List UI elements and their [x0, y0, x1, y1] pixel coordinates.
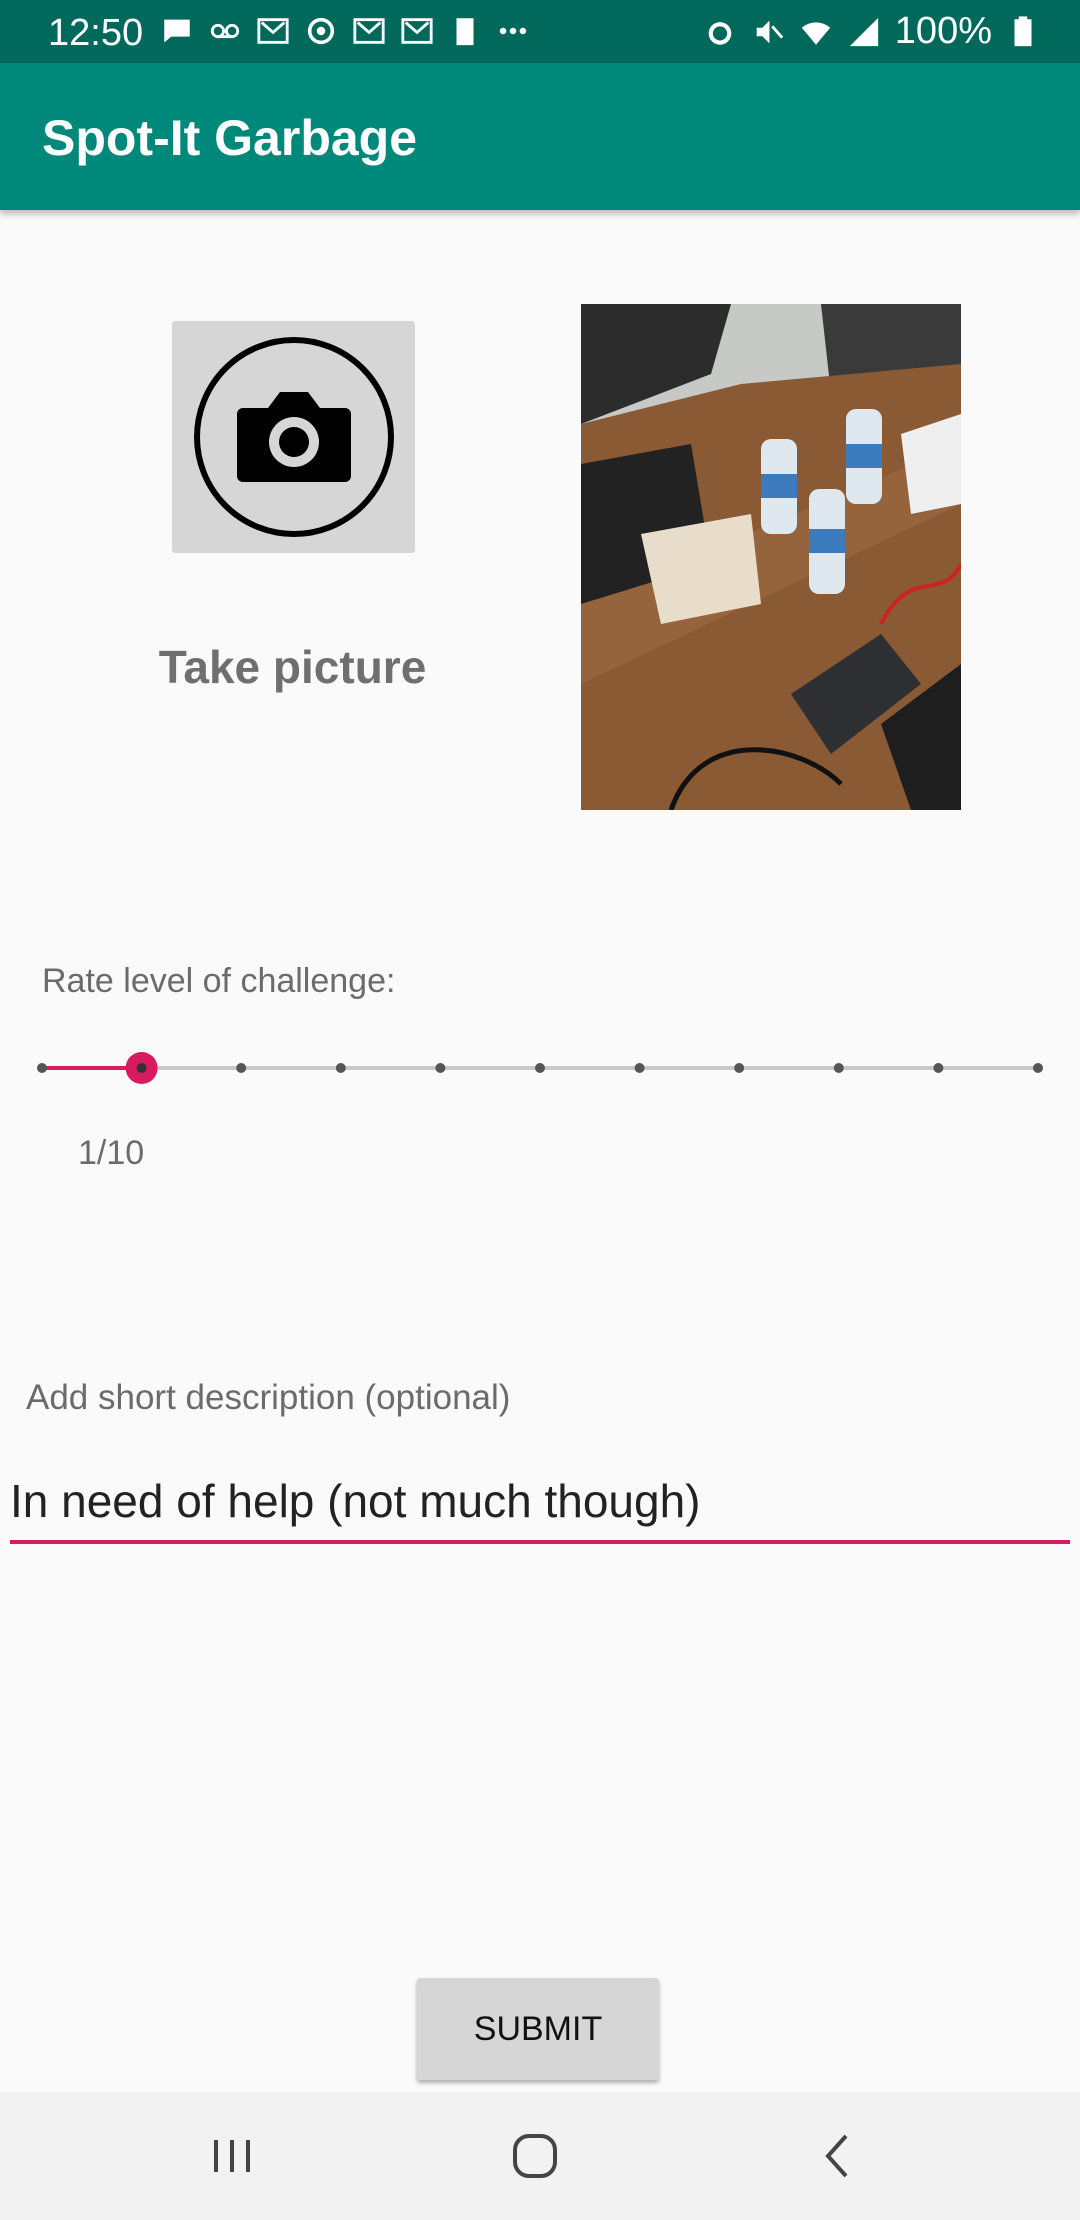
notification-icons — [160, 14, 530, 48]
system-icons: 100% — [703, 10, 1040, 53]
back-icon[interactable] — [806, 2124, 870, 2188]
more-icon — [499, 27, 527, 35]
take-picture-button[interactable] — [172, 321, 415, 553]
description-text: In need of help (not much though) — [10, 1475, 701, 1527]
recent-apps-icon[interactable] — [200, 2124, 264, 2188]
slider-tick — [335, 1063, 346, 1073]
slider-tick — [933, 1063, 944, 1073]
wifi-icon — [801, 21, 830, 45]
description-input[interactable]: In need of help (not much though) — [10, 1468, 1070, 1544]
slider-tick — [435, 1063, 446, 1073]
battery-icon — [1014, 15, 1032, 46]
status-bar: 12:50 100% — [0, 0, 1080, 63]
slider-tick — [734, 1063, 745, 1073]
challenge-slider[interactable] — [0, 1040, 1080, 1100]
sync-icon — [307, 17, 335, 45]
gmail-icon — [353, 18, 385, 44]
slider-tick — [833, 1063, 844, 1073]
photo-preview — [581, 304, 961, 810]
app-title: Spot-It Garbage — [42, 110, 418, 166]
voicemail-icon — [210, 23, 240, 39]
battery-percent: 100% — [894, 10, 992, 52]
mute-icon — [756, 20, 784, 43]
rating-value: 1/10 — [78, 1134, 145, 1172]
slider-tick — [535, 1063, 545, 1073]
take-picture-label[interactable]: Take picture — [120, 640, 465, 694]
camera-icon — [194, 337, 394, 537]
message-icon — [164, 19, 190, 43]
slider-tick — [37, 1063, 47, 1073]
navigation-bar — [0, 2092, 1080, 2220]
battery-full-icon — [456, 18, 474, 46]
slider-tick — [236, 1063, 247, 1073]
slider-thumb-center — [136, 1063, 147, 1073]
submit-button[interactable]: SUBMIT — [417, 1978, 659, 2080]
rating-label: Rate level of challenge: — [42, 962, 396, 1000]
slider-tick — [1033, 1063, 1043, 1073]
gmail-icon — [257, 18, 289, 44]
alarm-icon — [708, 21, 732, 45]
signal-icon — [849, 17, 878, 46]
description-label: Add short description (optional) — [26, 1378, 511, 1417]
slider-tick — [634, 1063, 645, 1073]
app-bar: Spot-It Garbage — [0, 63, 1080, 210]
home-icon[interactable] — [503, 2124, 567, 2188]
gmail-icon — [401, 18, 433, 44]
status-time: 12:50 — [48, 12, 144, 54]
